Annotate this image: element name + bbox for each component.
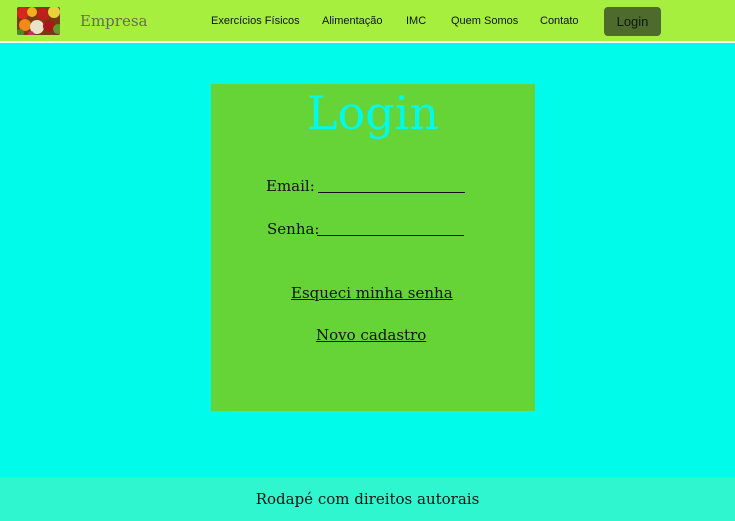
login-button[interactable]: Login (604, 7, 661, 36)
nav-link-alimentacao[interactable]: Alimentação (322, 15, 383, 27)
forgot-password-link[interactable]: Esqueci minha senha (291, 284, 453, 302)
nav-link-exercicios[interactable]: Exercícios Físicos (211, 15, 300, 27)
email-label: Email: (266, 177, 315, 195)
password-field[interactable] (317, 219, 464, 236)
password-label: Senha: (267, 220, 320, 238)
nav-link-quem-somos[interactable]: Quem Somos (451, 15, 518, 27)
footer-text: Rodapé com direitos autorais (255, 490, 480, 508)
register-link[interactable]: Novo cadastro (316, 326, 426, 344)
nav-link-contato[interactable]: Contato (540, 15, 579, 27)
navbar: Empresa Exercícios Físicos Alimentação I… (0, 0, 735, 43)
brand-name[interactable]: Empresa (80, 12, 147, 30)
footer: Rodapé com direitos autorais (0, 477, 735, 521)
fruits-logo-icon[interactable] (17, 7, 60, 35)
login-card: Login Email: Senha: Esqueci minha senha … (211, 84, 535, 411)
email-field[interactable] (318, 176, 465, 193)
nav-link-imc[interactable]: IMC (406, 15, 426, 27)
login-title: Login (306, 86, 440, 140)
